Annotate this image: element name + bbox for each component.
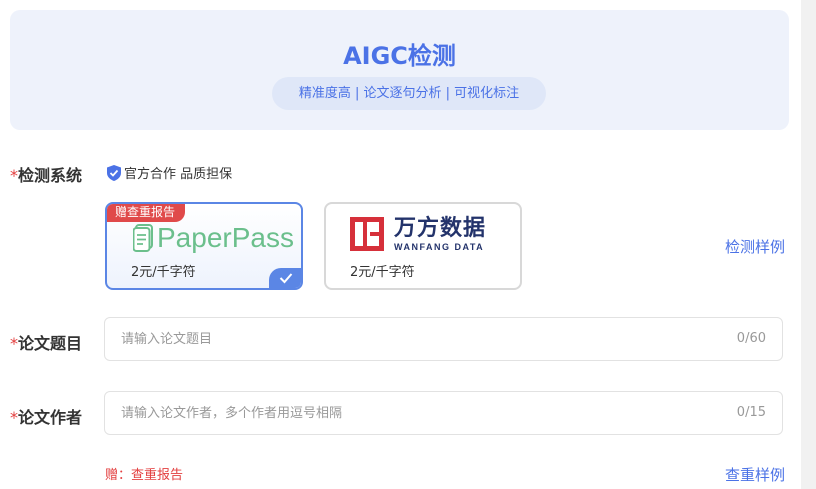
option-price: 2元/千字符 — [350, 265, 415, 280]
page-title: AIGC检测 — [343, 42, 456, 70]
option-price: 2元/千字符 — [131, 265, 196, 280]
document-icon — [133, 224, 153, 252]
paper-title-input[interactable] — [121, 318, 681, 360]
paper-author-field[interactable]: 0/15 — [104, 391, 783, 435]
gift-note: 赠：查重报告 — [105, 468, 184, 483]
selected-check-badge — [269, 268, 301, 288]
wanfang-logo-en: WANFANG DATA — [394, 242, 485, 252]
title-label: *论文题目 — [10, 330, 82, 354]
check-icon — [279, 273, 293, 284]
assurance-note: 官方合作 品质担保 — [107, 163, 232, 182]
paper-title-field[interactable]: 0/60 — [104, 317, 783, 361]
paperpass-logo-text: PaperPass — [157, 222, 294, 253]
wanfang-logo-cn: 万方数据 — [394, 216, 487, 241]
required-mark: * — [10, 334, 18, 353]
gift-tag: 赠查重报告 — [107, 204, 186, 222]
system-label-text: 检测系统 — [18, 166, 83, 185]
wanfang-logo: 万方数据 WANFANG DATA — [350, 216, 486, 252]
shield-check-icon — [107, 164, 121, 181]
option-paperpass[interactable]: 赠查重报告 PaperPass 2元/千字符 — [105, 202, 303, 290]
assurance-text: 官方合作 品质担保 — [124, 167, 233, 182]
detection-sample-link[interactable]: 检测样例 — [725, 236, 785, 257]
hero-banner: AIGC检测 精准度高 | 论文逐句分析 | 可视化标注 — [10, 10, 789, 130]
paperpass-logo: PaperPass — [133, 222, 294, 254]
title-label-text: 论文题目 — [18, 334, 83, 353]
plagiarism-sample-link[interactable]: 查重样例 — [725, 464, 785, 485]
required-mark: * — [10, 166, 18, 185]
author-label-text: 论文作者 — [18, 408, 83, 427]
char-counter: 0/60 — [736, 331, 766, 346]
option-wanfang[interactable]: 万方数据 WANFANG DATA 2元/千字符 — [324, 202, 522, 290]
paper-author-input[interactable] — [121, 392, 681, 434]
feature-subtitle: 精准度高 | 论文逐句分析 | 可视化标注 — [272, 77, 546, 110]
required-mark: * — [10, 408, 18, 427]
wanfang-mark-icon — [350, 217, 384, 251]
char-counter: 0/15 — [736, 405, 766, 420]
author-label: *论文作者 — [10, 404, 82, 428]
system-label: *检测系统 — [10, 162, 82, 186]
scrollbar[interactable] — [801, 0, 816, 489]
